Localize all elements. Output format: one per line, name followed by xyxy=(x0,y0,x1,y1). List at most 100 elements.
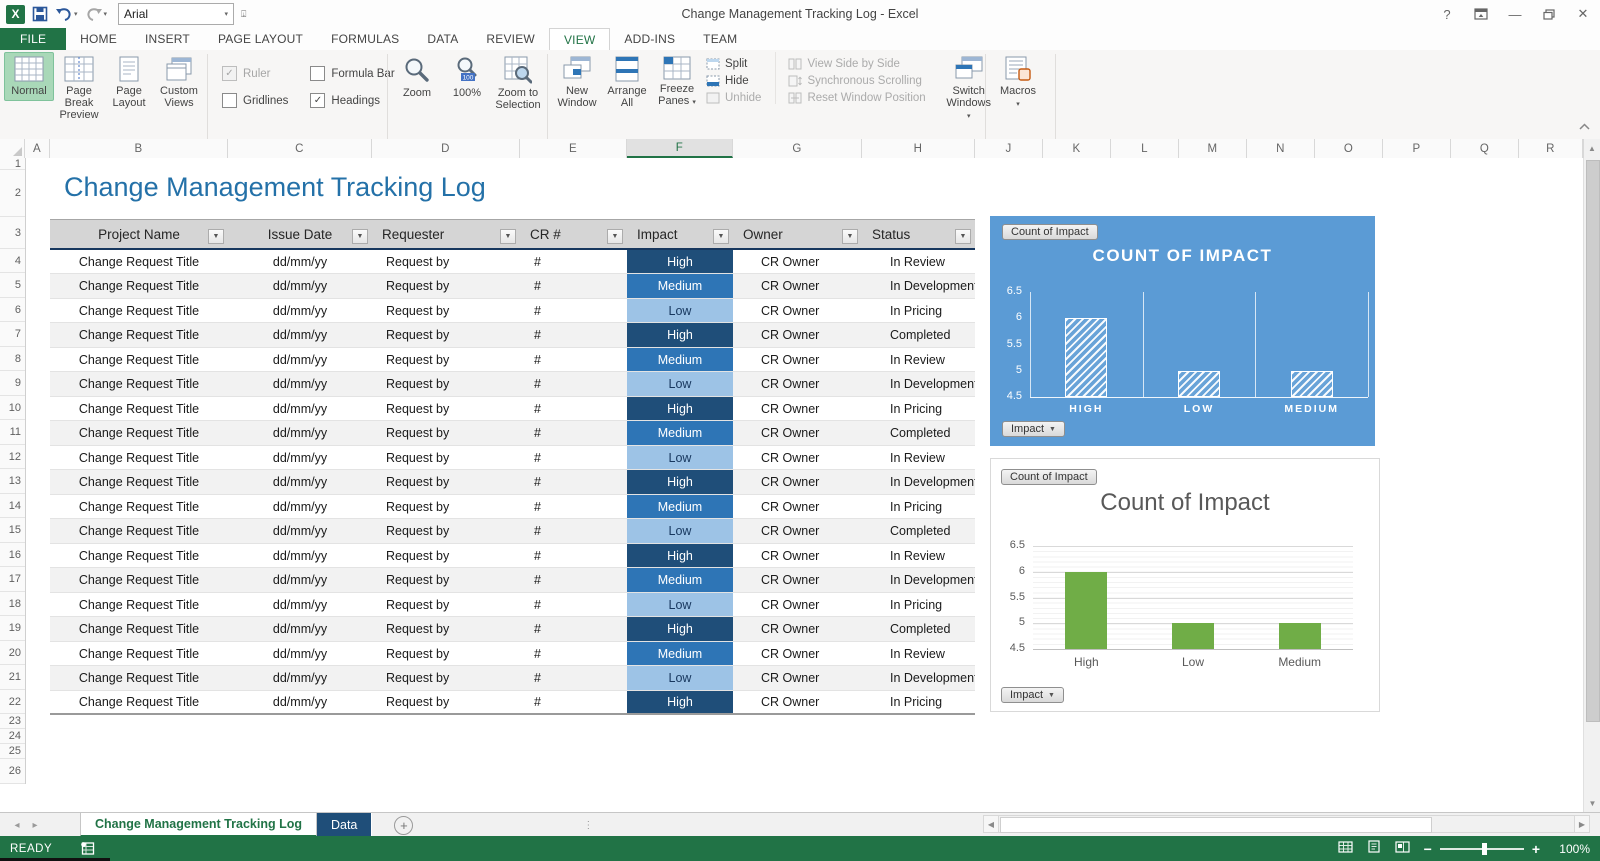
cell-issue_date[interactable]: dd/mm/yy xyxy=(228,617,372,641)
cell-project[interactable]: Change Request Title xyxy=(50,666,228,690)
custom-views-button[interactable]: Custom Views xyxy=(154,52,204,113)
sheet-grid[interactable]: 1234567891011121314151617181920212223242… xyxy=(0,158,1600,812)
cell-requester[interactable]: Request by xyxy=(372,593,520,616)
cell-status[interactable]: In Review xyxy=(862,642,975,665)
cell-owner[interactable]: CR Owner xyxy=(733,544,862,567)
impact-badge[interactable]: High xyxy=(627,691,733,713)
cell-project[interactable]: Change Request Title xyxy=(50,568,228,592)
tab-insert[interactable]: INSERT xyxy=(131,28,204,50)
chart-field-button[interactable]: Count of Impact xyxy=(1001,469,1097,485)
zoom-100-button[interactable]: 100 100% xyxy=(442,52,492,103)
cell-project[interactable]: Change Request Title xyxy=(50,348,228,371)
column-header-O[interactable]: O xyxy=(1315,139,1383,158)
cell-project[interactable]: Change Request Title xyxy=(50,274,228,298)
row-header-4[interactable]: 4 xyxy=(0,249,25,273)
cell-requester[interactable]: Request by xyxy=(372,495,520,518)
impact-badge[interactable]: Low xyxy=(627,519,733,543)
column-header-P[interactable]: P xyxy=(1383,139,1451,158)
row-header-15[interactable]: 15 xyxy=(0,518,25,543)
chart-axis-field-button[interactable]: Impact▼ xyxy=(1001,687,1064,703)
row-header-23[interactable]: 23 xyxy=(0,714,25,729)
macro-record-icon[interactable] xyxy=(80,842,95,855)
sheet-tab-data[interactable]: Data xyxy=(317,813,372,837)
column-header-B[interactable]: B xyxy=(50,139,228,158)
table-row[interactable]: Change Request Titledd/mm/yyRequest by#M… xyxy=(50,274,975,299)
macros-button[interactable]: Macros▾ xyxy=(990,52,1046,115)
chart-axis-field-button[interactable]: Impact▼ xyxy=(1002,421,1065,437)
tab-scrollbar-splitter[interactable]: ⋮ xyxy=(583,820,594,831)
table-row[interactable]: Change Request Titledd/mm/yyRequest by#M… xyxy=(50,421,975,446)
row-header-18[interactable]: 18 xyxy=(0,592,25,616)
cell-issue_date[interactable]: dd/mm/yy xyxy=(228,421,372,445)
cell-status[interactable]: In Review xyxy=(862,446,975,469)
tab-add-ins[interactable]: ADD-INS xyxy=(610,28,689,50)
impact-badge[interactable]: Medium xyxy=(627,274,733,298)
vertical-scroll-up-arrow[interactable]: ▲ xyxy=(1583,139,1600,158)
column-header-Q[interactable]: Q xyxy=(1451,139,1519,158)
cell-project[interactable]: Change Request Title xyxy=(50,470,228,494)
column-header-F[interactable]: F xyxy=(627,139,733,158)
synchronous-scrolling-button[interactable]: Synchronous Scrolling xyxy=(788,75,925,87)
table-row[interactable]: Change Request Titledd/mm/yyRequest by#H… xyxy=(50,470,975,495)
table-row[interactable]: Change Request Titledd/mm/yyRequest by#M… xyxy=(50,348,975,372)
cell-issue_date[interactable]: dd/mm/yy xyxy=(228,397,372,420)
ruler-checkbox[interactable]: ✓Ruler xyxy=(222,66,288,81)
impact-badge[interactable]: High xyxy=(627,470,733,494)
cell-cr[interactable]: # xyxy=(520,274,627,298)
minimize-button[interactable]: — xyxy=(1498,0,1532,28)
cell-project[interactable]: Change Request Title xyxy=(50,323,228,347)
select-all-corner[interactable] xyxy=(0,139,25,158)
cell-issue_date[interactable]: dd/mm/yy xyxy=(228,446,372,469)
cell-issue_date[interactable]: dd/mm/yy xyxy=(228,495,372,518)
restore-button[interactable] xyxy=(1532,0,1566,28)
row-header-24[interactable]: 24 xyxy=(0,729,25,744)
zoom-level[interactable]: 100% xyxy=(1554,842,1590,856)
page-layout-view-button[interactable]: Page Layout xyxy=(104,52,154,113)
save-icon[interactable] xyxy=(32,6,48,22)
tracking-table[interactable]: Project Name▼Issue Date▼Requester▼CR #▼I… xyxy=(50,219,975,715)
close-button[interactable]: ✕ xyxy=(1566,0,1600,28)
cell-status[interactable]: In Development xyxy=(862,274,975,298)
row-header-5[interactable]: 5 xyxy=(0,273,25,298)
zoom-in-button[interactable]: + xyxy=(1532,841,1540,857)
cell-issue_date[interactable]: dd/mm/yy xyxy=(228,666,372,690)
horizontal-scrollbar-thumb[interactable] xyxy=(1000,817,1432,833)
cell-status[interactable]: In Review xyxy=(862,250,975,273)
reset-window-position-button[interactable]: Reset Window Position xyxy=(788,92,925,104)
zoom-slider-thumb[interactable] xyxy=(1482,843,1487,855)
redo-button[interactable]: ▾ xyxy=(85,7,108,22)
cell-requester[interactable]: Request by xyxy=(372,446,520,469)
cell-owner[interactable]: CR Owner xyxy=(733,397,862,420)
cell-cr[interactable]: # xyxy=(520,470,627,494)
cell-issue_date[interactable]: dd/mm/yy xyxy=(228,274,372,298)
tab-file[interactable]: FILE xyxy=(0,28,66,50)
sheet-tab-tracking-log[interactable]: Change Management Tracking Log xyxy=(80,813,317,837)
column-header-D[interactable]: D xyxy=(372,139,520,158)
impact-badge[interactable]: Medium xyxy=(627,642,733,665)
column-header-K[interactable]: K xyxy=(1043,139,1111,158)
cell-status[interactable]: In Pricing xyxy=(862,691,975,713)
normal-view-button[interactable]: Normal xyxy=(4,52,54,101)
zoom-button[interactable]: Zoom xyxy=(392,52,442,103)
cell-cr[interactable]: # xyxy=(520,642,627,665)
impact-badge[interactable]: High xyxy=(627,250,733,273)
cell-issue_date[interactable]: dd/mm/yy xyxy=(228,519,372,543)
table-row[interactable]: Change Request Titledd/mm/yyRequest by#L… xyxy=(50,519,975,544)
column-header-R[interactable]: R xyxy=(1519,139,1583,158)
cell-owner[interactable]: CR Owner xyxy=(733,323,862,347)
cell-issue_date[interactable]: dd/mm/yy xyxy=(228,299,372,322)
filter-dropdown-icon[interactable]: ▼ xyxy=(208,229,224,244)
cell-cr[interactable]: # xyxy=(520,348,627,371)
row-header-19[interactable]: 19 xyxy=(0,616,25,641)
row-header-20[interactable]: 20 xyxy=(0,641,25,665)
table-row[interactable]: Change Request Titledd/mm/yyRequest by#H… xyxy=(50,323,975,348)
cell-project[interactable]: Change Request Title xyxy=(50,544,228,567)
cell-cr[interactable]: # xyxy=(520,544,627,567)
cell-owner[interactable]: CR Owner xyxy=(733,470,862,494)
tab-page-layout[interactable]: PAGE LAYOUT xyxy=(204,28,317,50)
cell-cr[interactable]: # xyxy=(520,299,627,322)
cell-status[interactable]: Completed xyxy=(862,323,975,347)
cell-owner[interactable]: CR Owner xyxy=(733,617,862,641)
table-row[interactable]: Change Request Titledd/mm/yyRequest by#L… xyxy=(50,446,975,470)
cell-status[interactable]: In Review xyxy=(862,544,975,567)
